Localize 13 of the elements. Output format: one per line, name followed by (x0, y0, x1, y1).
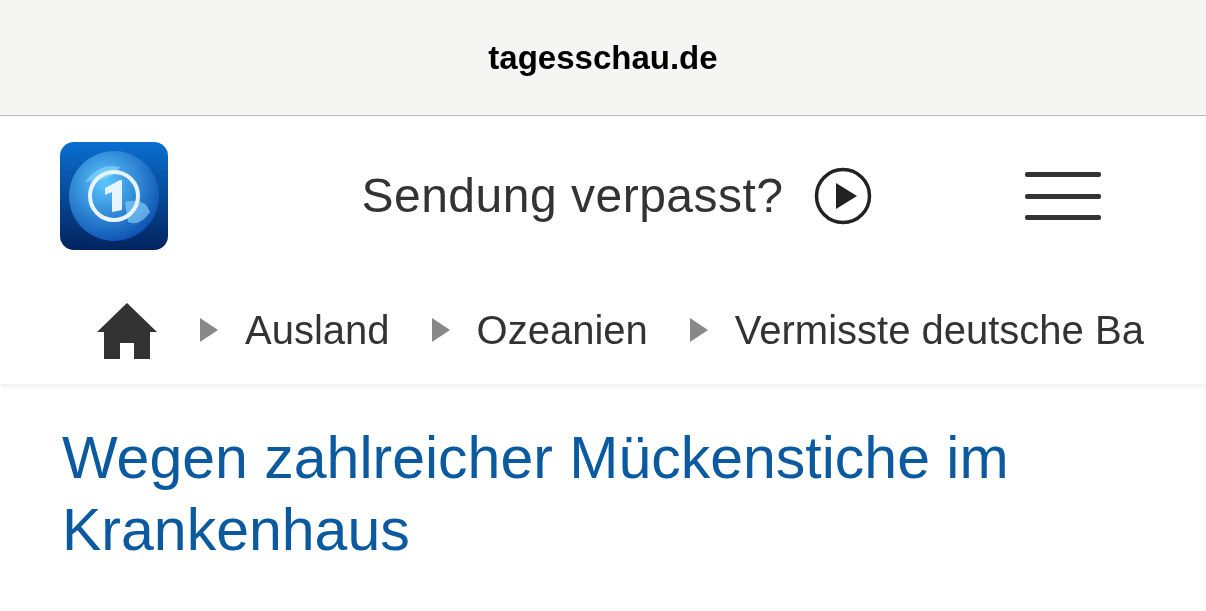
breadcrumb-link[interactable]: Ausland (245, 300, 390, 360)
chevron-icon (689, 318, 708, 342)
address-bar-url[interactable]: tagesschau.de (488, 32, 718, 83)
logo-icon[interactable] (60, 142, 168, 250)
breadcrumb-link[interactable]: Vermisste deutsche Ba (734, 300, 1144, 360)
missed-show-link[interactable]: Sendung verpasst? (361, 160, 784, 232)
play-icon[interactable] (813, 167, 872, 225)
breadcrumb-link[interactable]: Ozeanien (476, 300, 648, 360)
chevron-icon (431, 318, 450, 342)
menu-icon[interactable] (1025, 170, 1101, 222)
chevron-icon (200, 318, 218, 342)
article-headline: Wegen zahlreicher Mückenstiche im Krankenhaus (62, 424, 1010, 565)
home-icon[interactable] (96, 301, 158, 359)
